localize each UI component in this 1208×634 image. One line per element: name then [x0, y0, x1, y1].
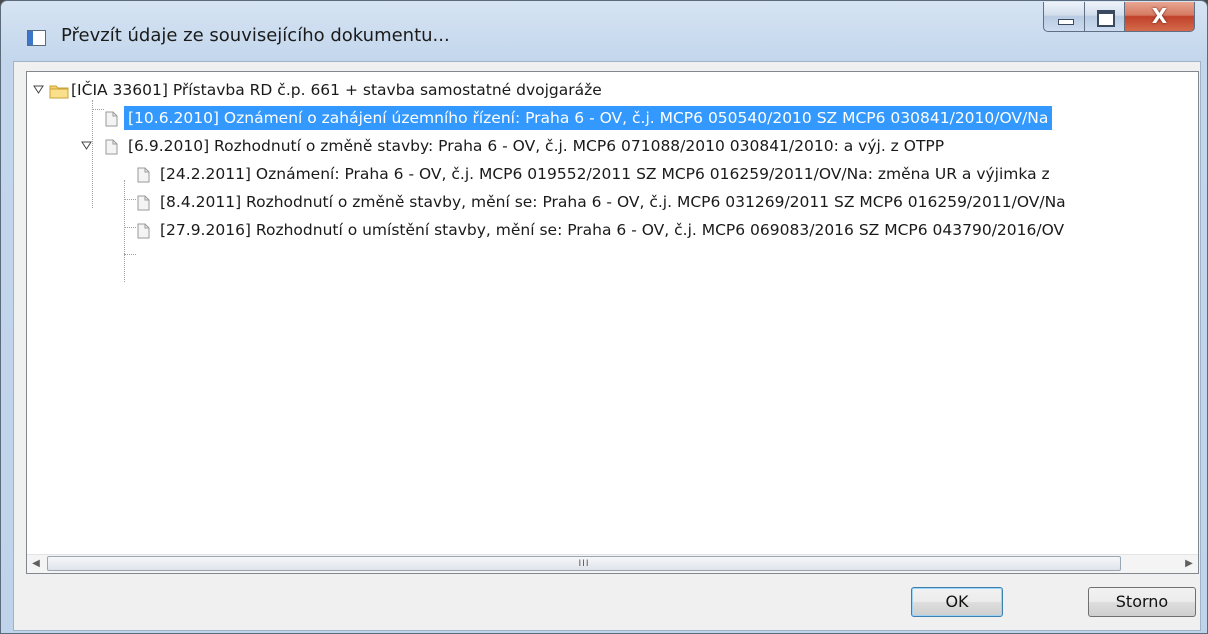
title-bar[interactable]: Převzít údaje ze souvisejícího dokumentu… [1, 1, 1207, 67]
dialog-client-area: [IČIA 33601] Přístavba RD č.p. 661 + sta… [13, 61, 1201, 631]
tree-node-document[interactable]: [6.9.2010] Rozhodnutí o změně stavby: Pr… [27, 134, 1197, 158]
document-icon [137, 222, 150, 239]
document-icon [105, 138, 118, 155]
window-title: Převzít údaje ze souvisejícího dokumentu… [61, 25, 450, 46]
close-icon: X [1151, 4, 1168, 28]
document-tree[interactable]: [IČIA 33601] Přístavba RD č.p. 661 + sta… [26, 71, 1199, 574]
horizontal-scrollbar[interactable]: ◀ III ▶ [27, 554, 1198, 573]
scrollbar-grip: III [578, 559, 590, 569]
maximize-button[interactable] [1085, 2, 1125, 32]
caption-buttons: X [1043, 2, 1195, 36]
tree-node-root[interactable]: [IČIA 33601] Přístavba RD č.p. 661 + sta… [27, 78, 1197, 102]
tree-connector [124, 254, 136, 255]
document-icon [105, 110, 118, 127]
collapse-icon[interactable] [33, 84, 44, 95]
tree-node-document[interactable]: [8.4.2011] Rozhodnutí o změně stavby, mě… [27, 190, 1197, 214]
tree-content: [IČIA 33601] Přístavba RD č.p. 661 + sta… [27, 72, 1198, 555]
document-icon [137, 194, 150, 211]
tree-node-document[interactable]: [27.9.2016] Rozhodnutí o umístění stavby… [27, 218, 1197, 242]
cancel-button[interactable]: Storno [1088, 587, 1196, 617]
tree-node-label: [27.9.2016] Rozhodnutí o umístění stavby… [160, 221, 1065, 239]
tree-node-label: [10.6.2010] Oznámení o zahájení územního… [124, 106, 1053, 130]
tree-node-label: [24.2.2011] Oznámení: Praha 6 - OV, č.j.… [160, 165, 1050, 183]
tree-node-document[interactable]: [10.6.2010] Oznámení o zahájení územního… [27, 106, 1197, 130]
app-icon [27, 30, 46, 46]
document-icon [137, 166, 150, 183]
minimize-button[interactable] [1043, 2, 1085, 32]
dialog-window: Převzít údaje ze souvisejícího dokumentu… [0, 0, 1208, 634]
scroll-right-arrow-icon[interactable]: ▶ [1180, 555, 1198, 573]
tree-node-label: [IČIA 33601] Přístavba RD č.p. 661 + sta… [71, 81, 602, 99]
tree-node-document[interactable]: [24.2.2011] Oznámení: Praha 6 - OV, č.j.… [27, 162, 1197, 186]
minimize-icon [1058, 19, 1074, 25]
close-button[interactable]: X [1125, 2, 1195, 32]
ok-button[interactable]: OK [911, 587, 1003, 617]
tree-node-label: [8.4.2011] Rozhodnutí o změně stavby, mě… [160, 193, 1066, 211]
collapse-icon[interactable] [81, 140, 92, 151]
maximize-icon [1097, 10, 1115, 27]
scroll-left-arrow-icon[interactable]: ◀ [27, 555, 45, 573]
scrollbar-thumb[interactable]: III [47, 556, 1121, 571]
folder-icon [49, 82, 69, 99]
tree-node-label: [6.9.2010] Rozhodnutí o změně stavby: Pr… [128, 137, 945, 155]
